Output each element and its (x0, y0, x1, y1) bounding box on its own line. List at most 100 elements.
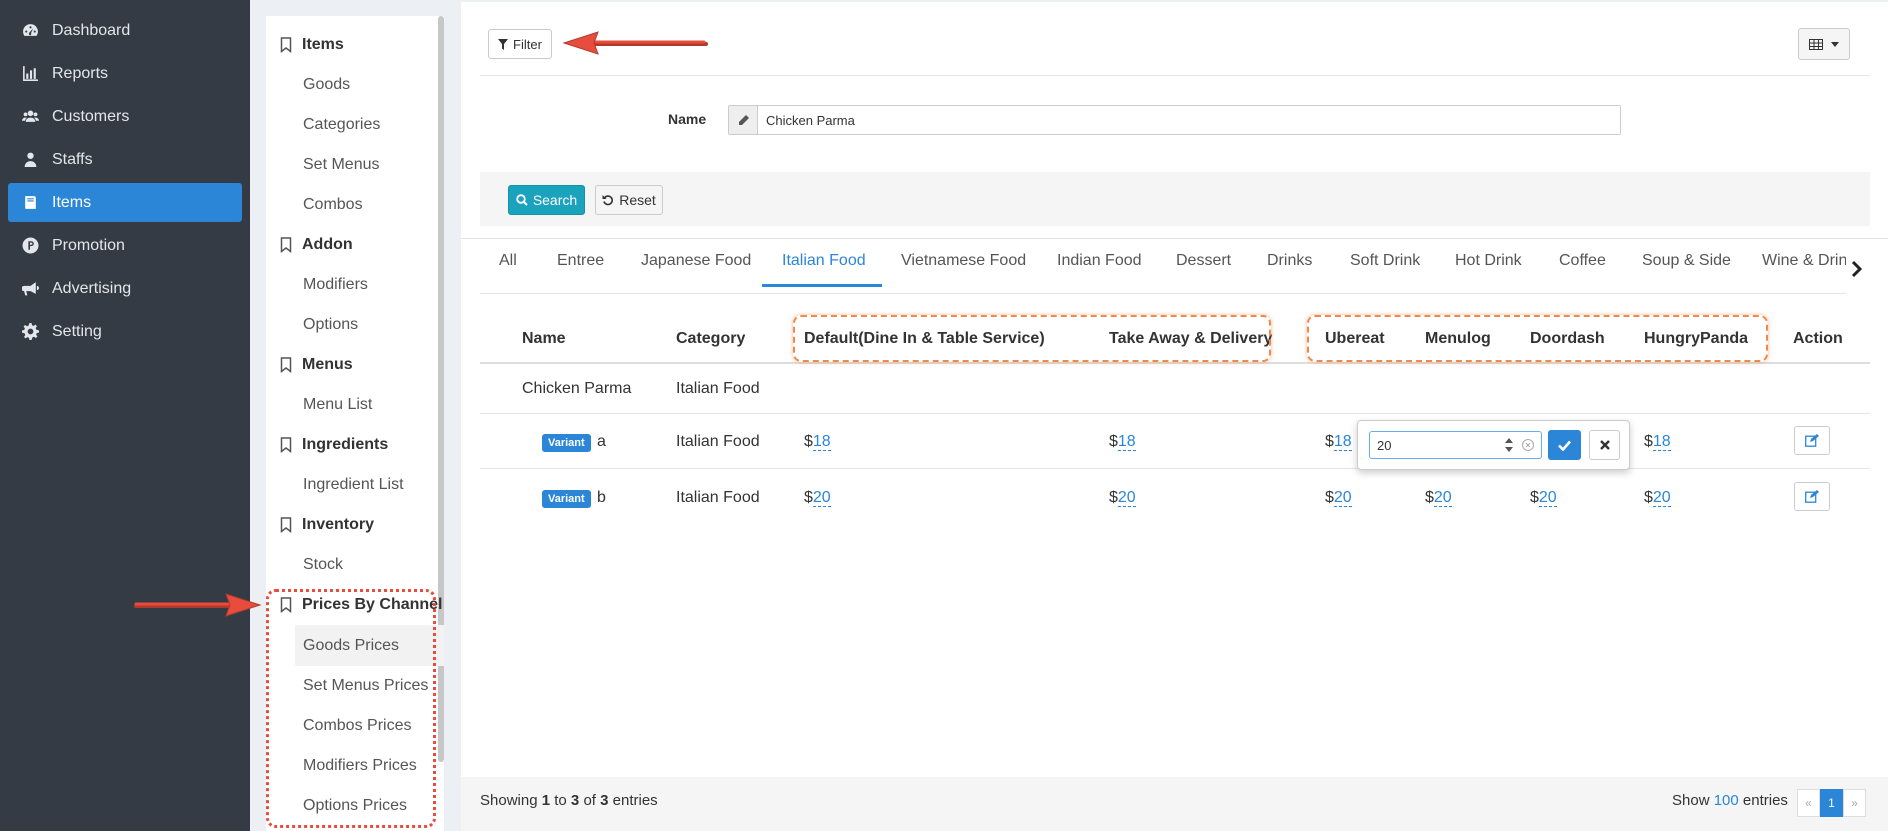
subnav-link-set-menus[interactable]: Set Menus (303, 156, 379, 174)
price-value[interactable]: 20 (1652, 489, 1671, 507)
nav-item-reports[interactable]: Reports (8, 54, 242, 93)
price-value[interactable]: 20 (1433, 489, 1452, 507)
total-count: 3 (600, 792, 609, 809)
price-hungrypanda[interactable]: $18 (1644, 433, 1671, 451)
tab-dessert[interactable]: Dessert (1176, 252, 1231, 270)
price-value[interactable]: 18 (812, 433, 831, 451)
price-value[interactable]: 20 (1333, 489, 1352, 507)
tab-vietnamese-food[interactable]: Vietnamese Food (901, 252, 1026, 270)
nav-item-setting[interactable]: Setting (8, 312, 242, 351)
subnav-head-items[interactable]: Items (280, 36, 344, 54)
search-action-bar (480, 172, 1870, 226)
nav-item-items[interactable]: Items (8, 183, 242, 222)
subnav-head-addon[interactable]: Addon (280, 236, 353, 254)
price-hungrypanda[interactable]: $20 (1644, 489, 1671, 507)
subnav-link-combos[interactable]: Combos (303, 196, 363, 214)
price-value[interactable]: 18 (1333, 433, 1352, 451)
prev-page-button[interactable]: « (1797, 789, 1820, 817)
confirm-button[interactable] (1548, 430, 1581, 460)
price-ubereat[interactable]: $18 (1325, 433, 1352, 451)
spinner-arrows-icon[interactable] (1504, 437, 1514, 453)
price-ubereat[interactable]: $20 (1325, 489, 1352, 507)
name-filter-input[interactable] (758, 106, 1620, 134)
search-icon (516, 194, 528, 206)
price-default[interactable]: $18 (804, 433, 831, 451)
price-value[interactable]: 20 (812, 489, 831, 507)
subnav-link-categories[interactable]: Categories (303, 116, 380, 134)
divider (461, 238, 1888, 239)
variant-badge: Variant (542, 490, 591, 508)
tab-hot-drink[interactable]: Hot Drink (1455, 252, 1522, 270)
nav-item-staffs[interactable]: Staffs (8, 140, 242, 179)
page-size-value[interactable]: 100 (1714, 792, 1739, 809)
bookmark-icon (280, 437, 292, 453)
tab-soft-drink[interactable]: Soft Drink (1350, 252, 1420, 270)
active-tab-indicator (762, 284, 882, 287)
annotation-highlight-default-columns (793, 315, 1271, 362)
subnav-head-ingredients[interactable]: Ingredients (280, 436, 388, 454)
show-label: Show (1672, 792, 1710, 809)
subnav-link-menu-list[interactable]: Menu List (303, 396, 372, 414)
tabs-divider (480, 293, 1846, 294)
currency-symbol: $ (1644, 433, 1653, 450)
annotation-highlight-channel-columns (1307, 315, 1768, 362)
price-editor-input[interactable] (1369, 431, 1542, 459)
price-value[interactable]: 18 (1652, 433, 1671, 451)
price-value[interactable]: 20 (1538, 489, 1557, 507)
subnav-head-inventory[interactable]: Inventory (280, 516, 374, 534)
table-icon (1809, 38, 1823, 50)
nav-item-advertising[interactable]: Advertising (8, 269, 242, 308)
tab-entree[interactable]: Entree (557, 252, 604, 270)
subnav-head-menus[interactable]: Menus (280, 356, 353, 374)
chevron-right-icon[interactable] (1851, 260, 1863, 278)
reset-label: Reset (619, 192, 656, 208)
subnav-link-ingredient-list[interactable]: Ingredient List (303, 476, 404, 494)
divider (480, 75, 1870, 76)
column-toggle-button[interactable] (1798, 28, 1850, 60)
clear-icon[interactable]: ✕ (1522, 439, 1534, 451)
app-root: Dashboard Reports Customers Staffs Items… (0, 0, 1888, 831)
reset-button[interactable]: Reset (595, 185, 663, 215)
edit-button[interactable] (1794, 426, 1830, 455)
cancel-button[interactable] (1589, 430, 1620, 460)
tab-coffee[interactable]: Coffee (1559, 252, 1606, 270)
nav-label: Staffs (52, 150, 93, 168)
next-page-button[interactable]: » (1843, 789, 1866, 817)
tab-japanese-food[interactable]: Japanese Food (641, 252, 751, 270)
search-button[interactable]: Search (508, 185, 585, 215)
tab-all[interactable]: All (499, 252, 517, 270)
edit-button[interactable] (1794, 482, 1830, 511)
subnav-head-label: Items (302, 36, 344, 53)
price-value[interactable]: 20 (1117, 489, 1136, 507)
funnel-icon (498, 38, 509, 50)
variant-name: b (597, 489, 606, 506)
nav-item-dashboard[interactable]: Dashboard (8, 11, 242, 50)
filter-button[interactable]: Filter (488, 29, 552, 59)
price-value[interactable]: 18 (1117, 433, 1136, 451)
tab-soup-side[interactable]: Soup & Side (1642, 252, 1731, 270)
variant-category: Italian Food (676, 433, 760, 450)
page-button[interactable]: 1 (1820, 789, 1843, 817)
to-word: to (554, 792, 567, 809)
price-menulog[interactable]: $20 (1425, 489, 1452, 507)
price-takeaway[interactable]: $18 (1109, 433, 1136, 451)
range-to: 3 (570, 792, 580, 809)
tab-italian-food[interactable]: Italian Food (782, 252, 866, 270)
annotation-highlight-prices-by-channel (266, 589, 436, 828)
tab-indian-food[interactable]: Indian Food (1057, 252, 1142, 270)
price-doordash[interactable]: $20 (1530, 489, 1557, 507)
currency-symbol: $ (1325, 433, 1334, 450)
nav-item-customers[interactable]: Customers (8, 97, 242, 136)
tab-wine-drink[interactable]: Wine & Drink (1762, 252, 1855, 270)
nav-label: Dashboard (52, 21, 131, 39)
price-default[interactable]: $20 (804, 489, 831, 507)
subnav-link-goods[interactable]: Goods (303, 76, 350, 94)
nav-item-promotion[interactable]: Promotion (8, 226, 242, 265)
price-takeaway[interactable]: $20 (1109, 489, 1136, 507)
subnav-link-modifiers[interactable]: Modifiers (303, 276, 368, 294)
parent-row-name: Chicken Parma (522, 380, 632, 397)
subnav-link-options[interactable]: Options (303, 316, 358, 334)
tab-drinks[interactable]: Drinks (1267, 252, 1312, 270)
subnav-link-stock[interactable]: Stock (303, 556, 343, 574)
parent-row-category: Italian Food (676, 380, 760, 397)
